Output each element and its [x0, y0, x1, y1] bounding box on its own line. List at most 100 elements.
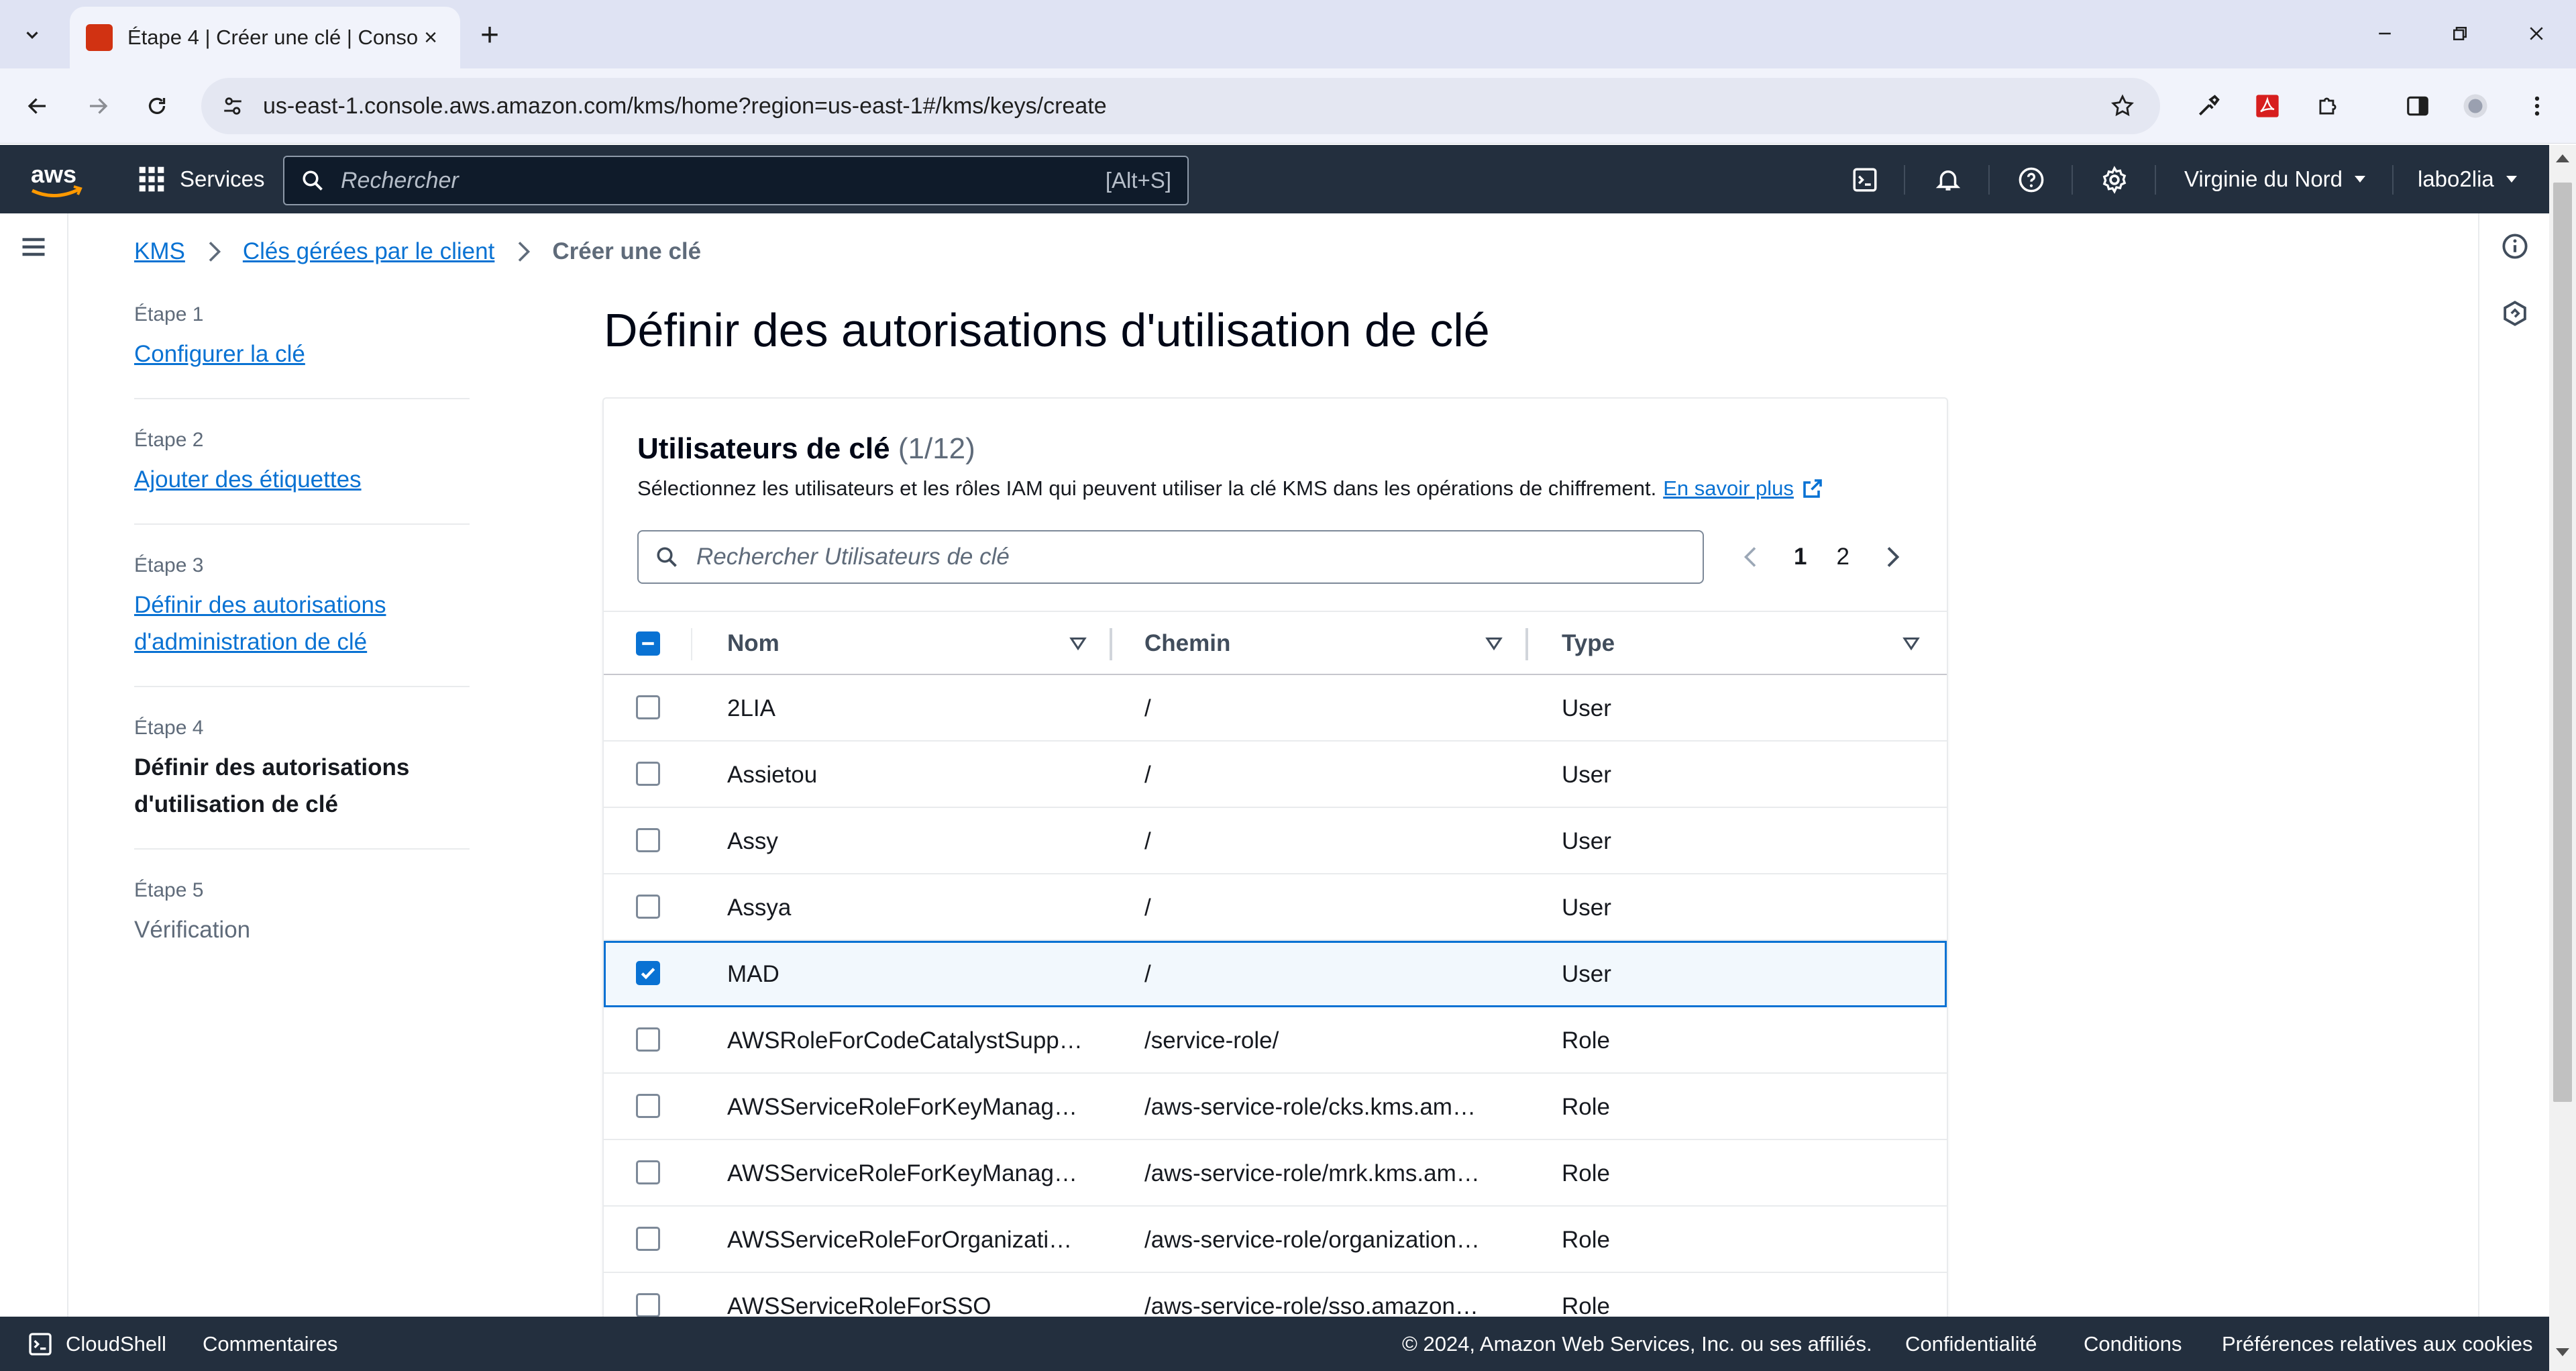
row-checkbox[interactable]: [636, 1293, 660, 1317]
column-divider[interactable]: [1110, 628, 1112, 660]
unified-search-input[interactable]: Rechercher [Alt+S]: [283, 156, 1189, 205]
services-menu-button[interactable]: Services: [137, 158, 265, 200]
table-row[interactable]: AWSServiceRoleForKeyManag… /aws-service-…: [604, 1140, 1947, 1207]
grid-icon: [139, 166, 164, 192]
row-checkbox[interactable]: [636, 1227, 660, 1251]
scroll-down-arrow-icon[interactable]: [2556, 1348, 2569, 1356]
profile-button[interactable]: [2455, 86, 2496, 126]
table-row[interactable]: Assietou / User: [604, 742, 1947, 808]
sort-icon[interactable]: [1068, 633, 1088, 654]
table-row[interactable]: AWSServiceRoleForKeyManag… /aws-service-…: [604, 1074, 1947, 1140]
row-checkbox[interactable]: [636, 762, 660, 786]
minimize-window-button[interactable]: [2361, 13, 2408, 54]
table-row[interactable]: Assya / User: [604, 874, 1947, 941]
hamburger-menu-icon[interactable]: [19, 232, 48, 262]
row-checkbox[interactable]: [636, 1027, 660, 1052]
close-window-button[interactable]: [2513, 13, 2560, 54]
scroll-up-arrow-icon[interactable]: [2556, 154, 2569, 162]
forward-button[interactable]: [78, 86, 118, 126]
next-page-button[interactable]: [1879, 544, 1906, 570]
new-tab-button[interactable]: +: [470, 15, 510, 55]
row-checkbox[interactable]: [636, 695, 660, 719]
page-scrollbar[interactable]: [2549, 145, 2576, 1371]
column-header-name[interactable]: Nom: [727, 612, 780, 675]
eyedropper-extension-button[interactable]: [2188, 86, 2229, 126]
column-header-type[interactable]: Type: [1562, 612, 1615, 675]
gear-icon: [2102, 166, 2127, 194]
sort-icon[interactable]: [1901, 633, 1921, 654]
cell-name: AWSServiceRoleForOrganizati…: [727, 1226, 1073, 1253]
services-label: Services: [180, 166, 265, 191]
aws-logo[interactable]: aws: [27, 157, 87, 204]
bell-icon: [1935, 170, 1961, 191]
row-checkbox[interactable]: [636, 895, 660, 919]
row-checkbox-checked[interactable]: [636, 961, 660, 985]
url-bar[interactable]: us-east-1.console.aws.amazon.com/kms/hom…: [201, 78, 2160, 134]
q-assistant-button[interactable]: [2500, 298, 2530, 329]
back-button[interactable]: [17, 86, 58, 126]
region-selector[interactable]: Virginie du Nord: [2184, 158, 2368, 200]
support-button[interactable]: [2011, 160, 2051, 200]
column-divider[interactable]: [1525, 628, 1528, 660]
key-users-search-input[interactable]: Rechercher Utilisateurs de clé: [637, 530, 1704, 584]
star-icon: [2111, 94, 2134, 117]
external-link-icon[interactable]: [1801, 476, 1825, 501]
cloudshell-button[interactable]: [1845, 160, 1885, 200]
select-all-checkbox[interactable]: [636, 631, 660, 656]
arrow-left-icon: [28, 98, 46, 114]
account-menu[interactable]: labo2lia: [2418, 158, 2520, 200]
pagination: 1 2: [1737, 530, 1906, 584]
profile-avatar-icon: [2463, 94, 2487, 118]
extensions-button[interactable]: [2308, 86, 2348, 126]
row-checkbox[interactable]: [636, 1094, 660, 1118]
browser-tab-active[interactable]: Étape 4 | Créer une clé | Console ×: [70, 7, 460, 68]
side-panel-icon: [2407, 96, 2428, 116]
more-vertical-icon: [2534, 96, 2540, 116]
cell-name: AWSServiceRoleForKeyManag…: [727, 1093, 1077, 1120]
breadcrumb-customer-managed-keys[interactable]: Clés gérées par le client: [243, 238, 494, 265]
learn-more-link[interactable]: En savoir plus: [1663, 476, 1794, 501]
step-link-add-tags[interactable]: Ajouter des étiquettes: [134, 466, 362, 493]
table-row[interactable]: AWSRoleForCodeCatalystSupp… /service-rol…: [604, 1007, 1947, 1074]
terms-link[interactable]: Conditions: [2084, 1317, 2182, 1371]
cell-name: 2LIA: [727, 695, 775, 721]
notifications-button[interactable]: [1928, 160, 1968, 200]
page-2-button[interactable]: 2: [1836, 544, 1849, 570]
browser-menu-button[interactable]: [2517, 86, 2557, 126]
settings-button[interactable]: [2094, 160, 2135, 200]
column-header-path[interactable]: Chemin: [1144, 612, 1230, 675]
page-1-button[interactable]: 1: [1794, 544, 1807, 570]
step-link-configure-key[interactable]: Configurer la clé: [134, 341, 305, 367]
info-panel-button[interactable]: [2500, 231, 2530, 262]
terminal-icon: [29, 1332, 52, 1356]
privacy-link[interactable]: Confidentialité: [1905, 1317, 2037, 1371]
site-settings-icon[interactable]: [221, 95, 244, 117]
breadcrumb-kms[interactable]: KMS: [134, 238, 185, 265]
tools-rail: [2478, 213, 2549, 1317]
step-link-admin-permissions[interactable]: Définir des autorisations d'administratio…: [134, 592, 386, 655]
table-row[interactable]: 2LIA / User: [604, 675, 1947, 742]
restore-window-button[interactable]: [2436, 13, 2483, 54]
bookmark-star-button[interactable]: [2102, 86, 2143, 126]
reload-button[interactable]: [137, 86, 177, 126]
side-panel-button[interactable]: [2398, 86, 2438, 126]
caret-down-icon: [2506, 176, 2517, 183]
account-label: labo2lia: [2418, 166, 2494, 191]
wizard-step-1: Étape 1 Configurer la clé: [134, 303, 470, 399]
row-checkbox[interactable]: [636, 828, 660, 852]
scroll-thumb[interactable]: [2553, 183, 2572, 1102]
table-row[interactable]: Assy / User: [604, 808, 1947, 874]
row-checkbox[interactable]: [636, 1160, 660, 1184]
tab-close-icon[interactable]: ×: [417, 24, 444, 51]
table-row[interactable]: AWSServiceRoleForOrganizati… /aws-servic…: [604, 1207, 1947, 1273]
sort-icon[interactable]: [1484, 633, 1504, 654]
cloudshell-footer-button[interactable]: CloudShell: [27, 1317, 166, 1371]
feedback-link[interactable]: Commentaires: [203, 1317, 338, 1371]
pdf-extension-button[interactable]: [2247, 86, 2288, 126]
cell-type: User: [1562, 894, 1611, 921]
previous-page-button[interactable]: [1737, 544, 1764, 570]
cookie-preferences-link[interactable]: Préférences relatives aux cookies: [2222, 1317, 2533, 1371]
tab-search-button[interactable]: [12, 15, 52, 55]
chevron-right-icon: [513, 238, 533, 265]
table-row-selected[interactable]: MAD / User: [604, 941, 1947, 1007]
